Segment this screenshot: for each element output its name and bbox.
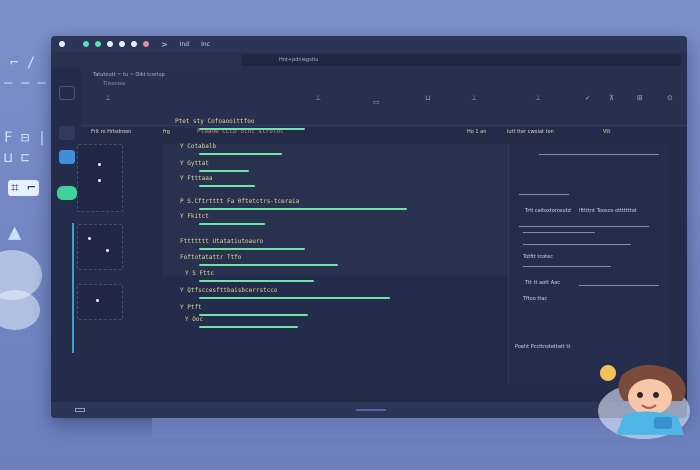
background-arrow-icon: ▲ xyxy=(8,220,22,245)
background-doodle-letters: F ⊟ | xyxy=(4,130,47,146)
row-label[interactable]: Y Qtfsccesfttbaisbcerrstcco xyxy=(180,287,278,294)
left-panel xyxy=(65,144,135,374)
card-marker xyxy=(106,249,109,252)
tab-inc[interactable]: Inc xyxy=(201,41,210,48)
right-divider xyxy=(579,285,659,286)
page-header: Tatutoutt ~ tu ~ Oikt tcoriup Tlisoniaa … xyxy=(81,68,687,126)
toolbar-user-icon[interactable]: ⊥ xyxy=(105,94,111,102)
toolbar-chart-icon[interactable]: ⊥ xyxy=(535,94,541,102)
row-label[interactable]: Y Ftttaaa xyxy=(180,175,213,182)
toolbar-check-icon[interactable]: ✓ xyxy=(585,94,591,102)
row-progress-bar xyxy=(199,280,314,282)
row-label[interactable]: Y Fkitct xyxy=(180,213,209,220)
window-dot-6[interactable] xyxy=(131,41,137,47)
row-progress-bar xyxy=(199,185,255,187)
breadcrumb-sub[interactable]: Tlisoniaa xyxy=(103,81,125,87)
toolbar-filter-icon[interactable]: ⊼ xyxy=(609,94,614,102)
thumbnail-card-2[interactable] xyxy=(77,224,123,270)
right-item-2[interactable]: Ifttttnt Toosco otttttttat xyxy=(579,208,637,214)
row-label[interactable]: Fttttttt Utatatiutoauro xyxy=(180,238,263,245)
window-dot-2[interactable] xyxy=(83,41,89,47)
row-label[interactable]: Y Ptft xyxy=(180,304,202,311)
toolbar-bars-icon[interactable]: ▭ xyxy=(373,98,380,106)
titlebar: > Ind Inc xyxy=(51,36,687,52)
right-item-4[interactable]: Ttt tt aott Aac xyxy=(525,280,560,286)
right-divider xyxy=(519,194,569,195)
window-dot-5[interactable] xyxy=(119,41,125,47)
right-divider xyxy=(523,232,595,233)
window-dot-4[interactable] xyxy=(107,41,113,47)
row-progress-bar xyxy=(199,153,282,155)
background-doodle-key: ⌗ ⌐ xyxy=(8,180,39,196)
background-doodle-dashes: — — — xyxy=(4,75,47,91)
row-progress-bar xyxy=(199,297,390,299)
row-progress-bar xyxy=(199,128,305,130)
mascot-character-icon xyxy=(598,364,690,439)
status-indicator xyxy=(356,409,386,411)
address-input[interactable]: Hnt+pdniegstiu xyxy=(241,54,681,66)
right-section-label: Ho 1 an xyxy=(467,129,487,135)
card-marker xyxy=(98,163,101,166)
right-item-1[interactable]: Trtt caitoxtorosutd xyxy=(525,208,571,214)
window-shadow xyxy=(152,418,622,438)
app-window: > Ind Inc Hnt+pdniegstiu Tatutoutt ~ tu … xyxy=(51,36,687,418)
right-panel: Trtt caitoxtorosutd Ifttttnt Toosco ottt… xyxy=(508,144,668,384)
thumbnail-card-1[interactable] xyxy=(77,144,123,212)
window-dot-3[interactable] xyxy=(95,41,101,47)
row-progress-bar xyxy=(199,170,249,172)
row-progress-bar xyxy=(199,223,265,225)
thumbnail-card-3[interactable] xyxy=(77,284,123,320)
right-divider xyxy=(523,244,631,245)
window-dot-1[interactable] xyxy=(59,41,65,47)
card-marker xyxy=(98,179,101,182)
row-label[interactable]: Y Ooc xyxy=(185,316,203,323)
status-icon[interactable] xyxy=(75,408,85,412)
row-label[interactable]: Ptet sty Cofoaooittfoo xyxy=(175,118,254,125)
toolbar-share-icon[interactable]: ⊞ xyxy=(637,94,643,102)
row-label[interactable]: Foftotatattr Ttfo xyxy=(180,254,241,261)
toolbar-arrow-icon[interactable]: ⊥ xyxy=(471,94,477,102)
row-label[interactable]: Y Cotabalb xyxy=(180,143,216,150)
right-item-5[interactable]: Tftoo ttac xyxy=(523,296,547,302)
right-divider xyxy=(519,226,649,227)
left-section-title: Frlt ro Hrlsdroen xyxy=(91,129,132,135)
address-bar: Hnt+pdniegstiu xyxy=(51,52,687,79)
row-label[interactable]: P S.Cftrtttt Fa 0ftetctrs-tceraia xyxy=(180,198,299,205)
row-progress-bar xyxy=(199,264,338,266)
row-label[interactable]: Y Gyttat xyxy=(180,160,209,167)
row-progress-bar xyxy=(199,326,298,328)
row-progress-bar xyxy=(199,208,407,210)
right-divider xyxy=(539,154,659,155)
window-dot-7[interactable] xyxy=(143,41,149,47)
right-item-3[interactable]: Totftt tcotec xyxy=(523,254,553,260)
mid-section-label: frg xyxy=(163,129,170,135)
right-item-6[interactable]: Poeht Pccttnstettatt tt xyxy=(515,344,570,350)
forward-nav-button[interactable]: > xyxy=(161,40,168,49)
status-bar xyxy=(51,402,687,418)
toolbar-split-icon[interactable]: ⊔ xyxy=(425,94,430,102)
toolbar-pin-icon[interactable]: ⊥ xyxy=(315,94,321,102)
right-section-title: lutt tter cwoiat ton xyxy=(507,129,554,135)
card-marker xyxy=(88,237,91,240)
row-label[interactable]: Y S Fttc xyxy=(185,270,214,277)
sidebar-item-1[interactable] xyxy=(59,86,75,100)
background-cloud-blob-2 xyxy=(0,290,40,330)
row-progress-bar xyxy=(199,314,308,316)
background-doodle-symbols: ⊔ ⊏ xyxy=(4,150,30,166)
right-section-extra: Vtt xyxy=(603,129,611,135)
sidebar-item-cloud[interactable] xyxy=(59,126,75,140)
background-doodle-lines: ⌐ / xyxy=(10,55,36,71)
right-divider xyxy=(523,266,611,267)
row-progress-bar xyxy=(199,248,305,250)
card-marker xyxy=(96,299,99,302)
toolbar-gear-icon[interactable]: ⊙ xyxy=(667,94,673,102)
tab-index[interactable]: Ind xyxy=(180,41,189,48)
breadcrumb[interactable]: Tatutoutt ~ tu ~ Oikt tcoriup xyxy=(93,72,165,78)
